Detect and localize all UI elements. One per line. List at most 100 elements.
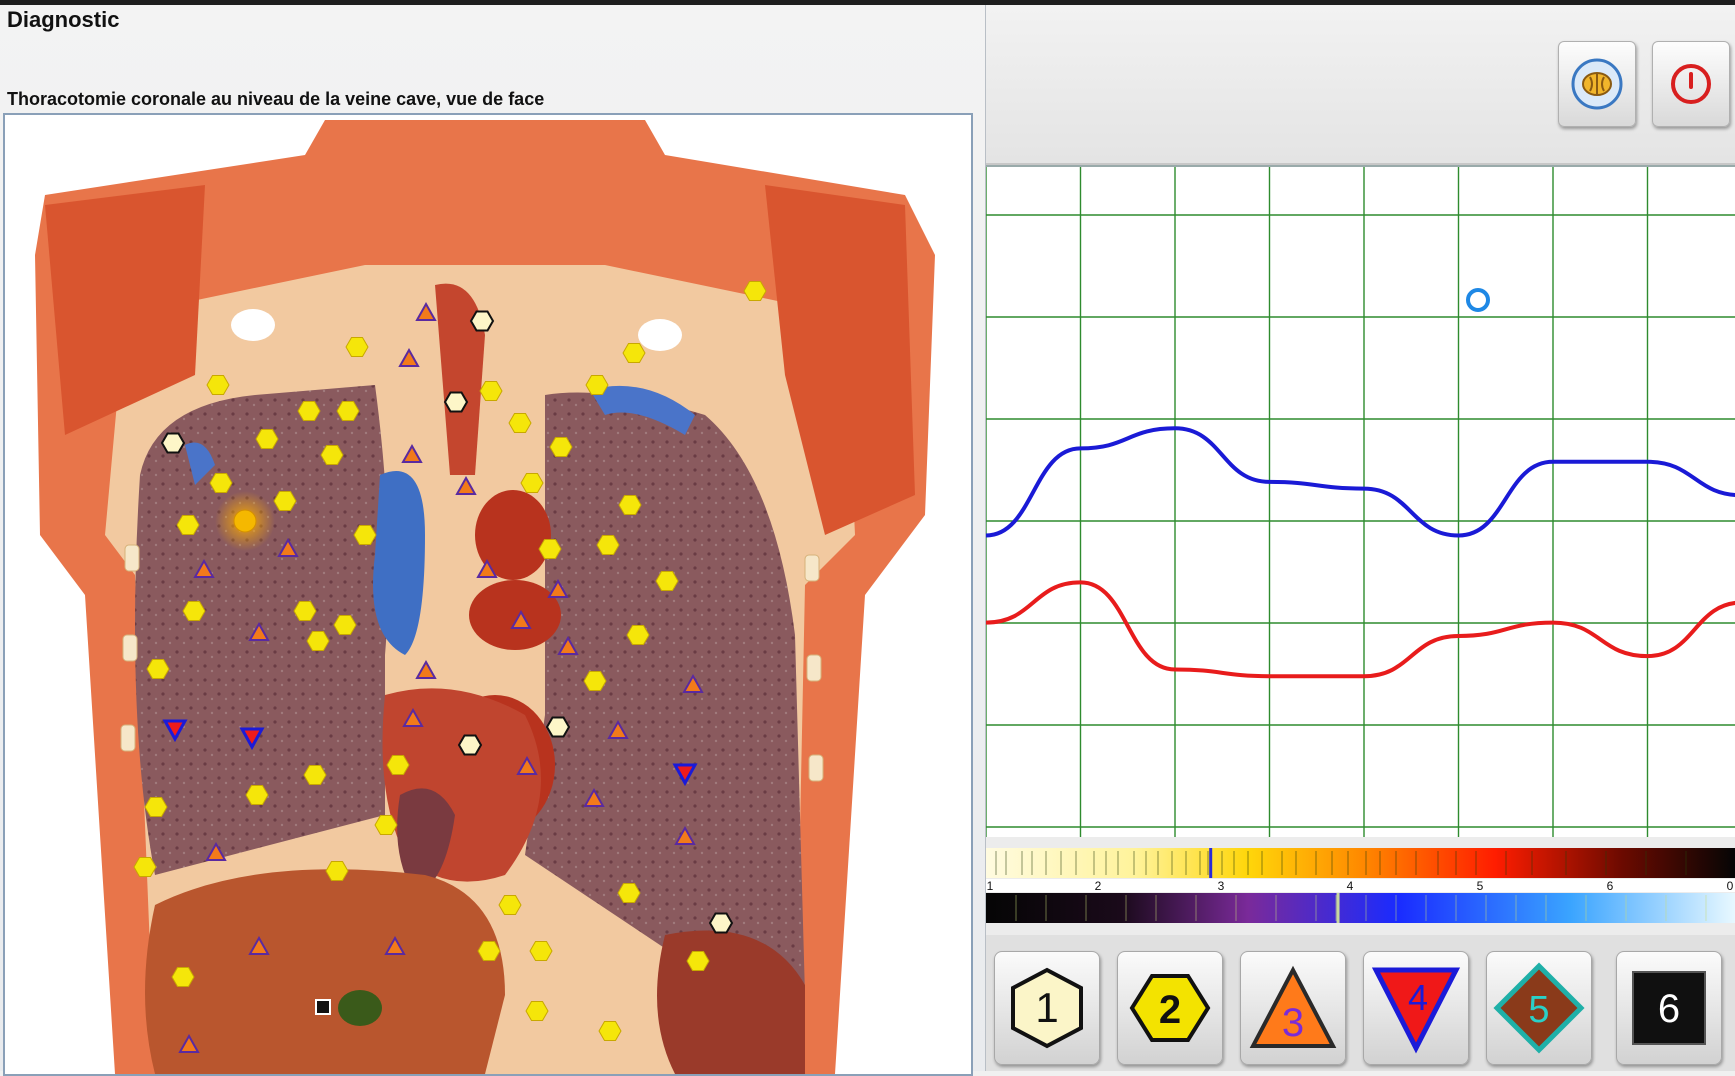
marker-hexagon-yellow[interactable] bbox=[626, 625, 650, 645]
marker-triangle-up[interactable] bbox=[415, 659, 437, 679]
legend-button-3[interactable]: 3 bbox=[1240, 951, 1346, 1065]
marker-triangle-up[interactable] bbox=[583, 787, 605, 807]
marker-triangle-up[interactable] bbox=[398, 347, 420, 367]
marker-hexagon-yellow[interactable] bbox=[498, 895, 522, 915]
marker-triangle-up[interactable] bbox=[193, 558, 215, 578]
anatomy-image-frame bbox=[3, 113, 973, 1076]
marker-hexagon-yellow[interactable] bbox=[333, 615, 357, 635]
marker-triangle-up[interactable] bbox=[455, 475, 477, 495]
marker-hexagon-yellow[interactable] bbox=[538, 539, 562, 559]
marker-hexagon-yellow[interactable] bbox=[171, 967, 195, 987]
marker-triangle-up[interactable] bbox=[415, 301, 437, 321]
marker-hexagon-yellow[interactable] bbox=[176, 515, 200, 535]
marker-hexagon-yellow[interactable] bbox=[336, 401, 360, 421]
marker-hexagon-yellow[interactable] bbox=[273, 491, 297, 511]
marker-hexagon-yellow[interactable] bbox=[182, 601, 206, 621]
legend-button-2[interactable]: 2 bbox=[1117, 951, 1223, 1065]
diagnostic-panel: Diagnostic Thoracotomie coronale au nive… bbox=[0, 5, 986, 1076]
graph-canvas bbox=[985, 167, 1735, 837]
marker-hexagon-yellow[interactable] bbox=[345, 337, 369, 357]
marker-hexagon-yellow[interactable] bbox=[743, 281, 767, 301]
marker-triangle-up[interactable] bbox=[205, 841, 227, 861]
marker-hexagon-yellow[interactable] bbox=[293, 601, 317, 621]
marker-triangle-up[interactable] bbox=[476, 558, 498, 578]
square-black-icon: 6 bbox=[1632, 971, 1706, 1045]
marker-hexagon-white[interactable] bbox=[545, 716, 571, 738]
marker-triangle-up[interactable] bbox=[248, 935, 270, 955]
marker-hexagon-yellow[interactable] bbox=[209, 473, 233, 493]
marker-hexagon-yellow[interactable] bbox=[596, 535, 620, 555]
marker-triangle-up[interactable] bbox=[277, 537, 299, 557]
analysis-panel: 1234560 1 2 3 4 5 6 bbox=[985, 5, 1735, 1071]
app-title: Diagnostic bbox=[7, 7, 120, 32]
legend-label-5: 5 bbox=[1528, 989, 1549, 1031]
marker-triangle-up[interactable] bbox=[401, 443, 423, 463]
marker-triangle-up[interactable] bbox=[682, 673, 704, 693]
marker-hexagon-yellow[interactable] bbox=[297, 401, 321, 421]
legend-label-1: 1 bbox=[1035, 984, 1058, 1031]
marker-hexagon-white[interactable] bbox=[457, 734, 483, 756]
marker-hexagon-yellow[interactable] bbox=[583, 671, 607, 691]
legend-button-1[interactable]: 1 bbox=[994, 951, 1100, 1065]
marker-hexagon-yellow[interactable] bbox=[255, 429, 279, 449]
marker-hexagon-yellow[interactable] bbox=[479, 381, 503, 401]
marker-hexagon-yellow[interactable] bbox=[525, 1001, 549, 1021]
marker-triangle-up[interactable] bbox=[178, 1033, 200, 1053]
legend-button-4[interactable]: 4 bbox=[1363, 951, 1469, 1065]
marker-triangle-down[interactable] bbox=[672, 763, 698, 787]
marker-triangle-up[interactable] bbox=[674, 825, 696, 845]
marker-hexagon-white[interactable] bbox=[160, 432, 186, 454]
marker-hexagon-yellow[interactable] bbox=[320, 445, 344, 465]
marker-hexagon-yellow[interactable] bbox=[598, 1021, 622, 1041]
marker-hexagon-yellow[interactable] bbox=[306, 631, 330, 651]
marker-triangle-up[interactable] bbox=[547, 578, 569, 598]
legend-button-5[interactable]: 5 bbox=[1486, 951, 1592, 1065]
marker-hexagon-yellow[interactable] bbox=[146, 659, 170, 679]
marker-triangle-up[interactable] bbox=[402, 707, 424, 727]
marker-hexagon-yellow[interactable] bbox=[245, 785, 269, 805]
marker-triangle-up[interactable] bbox=[516, 755, 538, 775]
marker-hexagon-yellow[interactable] bbox=[618, 495, 642, 515]
legend-button-6[interactable]: 6 bbox=[1616, 951, 1722, 1065]
marker-hexagon-yellow[interactable] bbox=[374, 815, 398, 835]
marker-hexagon-yellow[interactable] bbox=[206, 375, 230, 395]
marker-hexagon-yellow[interactable] bbox=[508, 413, 532, 433]
spectrum-canvas: 1 2 3 4 5 6 0 bbox=[986, 848, 1735, 923]
marker-hexagon-white[interactable] bbox=[443, 391, 469, 413]
marker-triangle-up[interactable] bbox=[557, 635, 579, 655]
marker-hexagon-white[interactable] bbox=[708, 912, 734, 934]
marker-triangle-up[interactable] bbox=[607, 719, 629, 739]
scan-button[interactable] bbox=[1558, 41, 1636, 127]
marker-hexagon-yellow[interactable] bbox=[133, 857, 157, 877]
marker-hexagon-yellow[interactable] bbox=[529, 941, 553, 961]
marker-hexagon-yellow[interactable] bbox=[477, 941, 501, 961]
marker-triangle-up[interactable] bbox=[248, 621, 270, 641]
marker-hexagon-yellow[interactable] bbox=[622, 343, 646, 363]
marker-hexagon-yellow[interactable] bbox=[585, 375, 609, 395]
marker-hexagon-yellow[interactable] bbox=[144, 797, 168, 817]
marker-hexagon-yellow[interactable] bbox=[303, 765, 327, 785]
marker-hexagon-yellow[interactable] bbox=[549, 437, 573, 457]
legend-label-3: 3 bbox=[1282, 1001, 1304, 1045]
marker-triangle-up[interactable] bbox=[384, 935, 406, 955]
legend-label-6: 6 bbox=[1658, 987, 1680, 1031]
marker-hexagon-yellow[interactable] bbox=[617, 883, 641, 903]
marker-hexagon-yellow[interactable] bbox=[325, 861, 349, 881]
marker-square-black[interactable] bbox=[315, 999, 331, 1015]
marker-hexagon-yellow[interactable] bbox=[386, 755, 410, 775]
marker-legend: 1 2 3 4 5 6 bbox=[986, 935, 1735, 1071]
marker-hexagon-yellow[interactable] bbox=[655, 571, 679, 591]
graph-cursor-marker[interactable] bbox=[1466, 288, 1490, 312]
marker-hexagon-yellow[interactable] bbox=[353, 525, 377, 545]
warm-spectrum-bar bbox=[986, 848, 1735, 878]
marker-hexagon-yellow[interactable] bbox=[686, 951, 710, 971]
power-button[interactable] bbox=[1652, 41, 1730, 127]
marker-triangle-down[interactable] bbox=[239, 727, 265, 751]
marker-hexagon-yellow[interactable] bbox=[520, 473, 544, 493]
marker-selected[interactable] bbox=[233, 509, 257, 533]
power-icon bbox=[1671, 64, 1711, 104]
marker-hexagon-white[interactable] bbox=[469, 310, 495, 332]
marker-triangle-up[interactable] bbox=[510, 609, 532, 629]
marker-layer[interactable] bbox=[5, 115, 971, 1074]
marker-triangle-down[interactable] bbox=[162, 719, 188, 743]
